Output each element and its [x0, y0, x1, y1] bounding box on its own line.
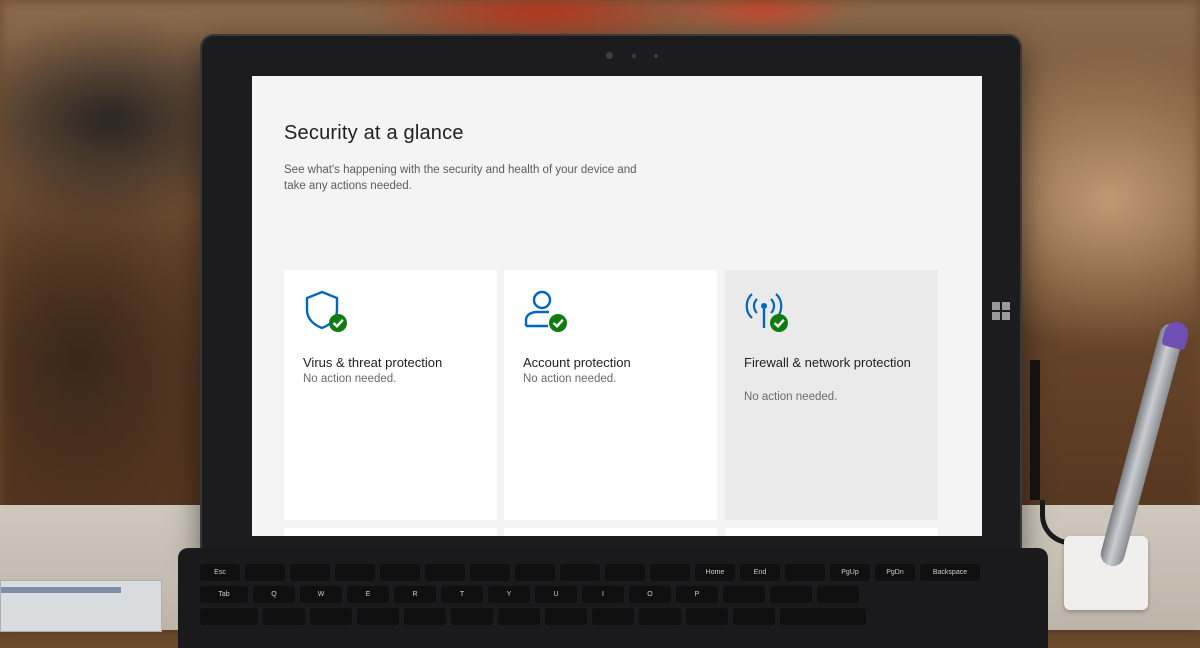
tablet-device: Security at a glance See what's happenin… [200, 34, 1022, 564]
page-subtitle: See what's happening with the security a… [284, 164, 637, 192]
keyboard-key[interactable] [380, 564, 420, 581]
network-antenna-check-icon [745, 293, 788, 332]
keyboard-key[interactable]: Backspace [920, 564, 980, 581]
keyboard-key[interactable] [310, 608, 352, 625]
tile-title: Account protection [523, 355, 631, 370]
sensor-icon [654, 54, 658, 58]
keyboard-key[interactable] [733, 608, 775, 625]
keyboard-home-row [200, 608, 866, 625]
tile-device-security[interactable] [504, 528, 717, 536]
windows-logo-icon[interactable] [992, 302, 1010, 320]
keyboard-key[interactable] [545, 608, 587, 625]
keyboard-key[interactable] [817, 586, 859, 603]
keyboard-key[interactable]: End [740, 564, 780, 581]
person-check-icon [524, 290, 567, 332]
keyboard-key[interactable] [639, 608, 681, 625]
keyboard-letter-row: Tab Q W E R T Y U I O P [200, 586, 859, 603]
keyboard-key[interactable] [470, 564, 510, 581]
page-title: Security at a glance [284, 122, 464, 144]
keyboard-key[interactable]: O [629, 586, 671, 603]
keyboard-key[interactable] [357, 608, 399, 625]
keyboard-key[interactable]: PgDn [875, 564, 915, 581]
tile-title: Virus & threat protection [303, 355, 443, 370]
keyboard-key[interactable] [290, 564, 330, 581]
keyboard-key[interactable]: R [394, 586, 436, 603]
paper-sheet [0, 580, 162, 632]
tile-app-browser-control[interactable] [284, 528, 497, 536]
keyboard-key[interactable] [245, 564, 285, 581]
keyboard-key[interactable] [200, 608, 258, 625]
keyboard-key[interactable]: U [535, 586, 577, 603]
keyboard-key[interactable]: W [300, 586, 342, 603]
keyboard-key[interactable] [498, 608, 540, 625]
tile-status: No action needed. [303, 373, 397, 385]
tile-title: Firewall & network protection [744, 355, 911, 370]
keyboard-key[interactable] [785, 564, 825, 581]
keyboard-key[interactable]: I [582, 586, 624, 603]
keyboard-key[interactable] [770, 586, 812, 603]
keyboard-key[interactable] [515, 564, 555, 581]
keyboard-key[interactable]: E [347, 586, 389, 603]
keyboard-key[interactable]: Y [488, 586, 530, 603]
tile-device-performance-health[interactable] [725, 528, 938, 536]
tile-virus-threat-protection[interactable]: Virus & threat protection No action need… [284, 270, 497, 520]
keyboard-key[interactable] [263, 608, 305, 625]
keyboard: Esc Home End PgUp PgDn Backspace Tab Q W E R T Y U I O… [178, 548, 1048, 648]
camera-icon [606, 52, 613, 59]
keyboard-key[interactable] [425, 564, 465, 581]
keyboard-key[interactable] [335, 564, 375, 581]
keyboard-key[interactable] [451, 608, 493, 625]
tile-status: No action needed. [523, 373, 617, 385]
keyboard-key[interactable] [723, 586, 765, 603]
keyboard-key[interactable] [780, 608, 866, 625]
tile-account-protection[interactable]: Account protection No action needed. [504, 270, 717, 520]
sensor-icon [632, 54, 636, 58]
security-app-window: Security at a glance See what's happenin… [252, 76, 982, 536]
keyboard-key[interactable]: Home [695, 564, 735, 581]
keyboard-key[interactable] [686, 608, 728, 625]
tile-firewall-network-protection[interactable]: Firewall & network protection No action … [725, 270, 938, 520]
keyboard-key[interactable] [404, 608, 446, 625]
keyboard-key[interactable] [560, 564, 600, 581]
keyboard-key[interactable]: Esc [200, 564, 240, 581]
keyboard-key[interactable]: PgUp [830, 564, 870, 581]
keyboard-key[interactable] [592, 608, 634, 625]
keyboard-key[interactable]: Tab [200, 586, 248, 603]
keyboard-function-row: Esc Home End PgUp PgDn Backspace [200, 564, 980, 581]
keyboard-key[interactable] [650, 564, 690, 581]
tile-status: No action needed. [744, 391, 838, 403]
keyboard-key[interactable]: T [441, 586, 483, 603]
cable-clip [1030, 360, 1040, 500]
keyboard-key[interactable] [605, 564, 645, 581]
keyboard-key[interactable]: P [676, 586, 718, 603]
shield-check-icon [305, 290, 347, 332]
keyboard-key[interactable]: Q [253, 586, 295, 603]
